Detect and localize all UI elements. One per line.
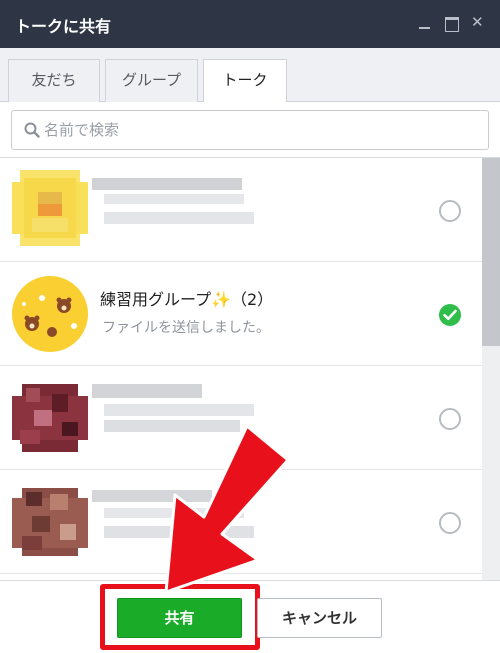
chat-last-message: ファイルを送信しました。 [102,320,270,336]
chat-row[interactable] [0,158,482,262]
search-area [0,102,500,158]
maximize-icon[interactable] [444,16,459,32]
select-radio[interactable] [439,408,461,430]
tab-groups[interactable]: グループ [105,59,198,102]
tab-bar: 友だち グループ トーク [0,48,500,103]
pixelated-name [92,178,242,190]
chat-list: 練習用グループ✨（2） ファイルを送信しました。 [0,158,482,580]
selected-check-icon[interactable] [439,304,461,326]
tab-talk[interactable]: トーク [203,59,287,103]
minimize-icon[interactable] [418,16,432,30]
search-icon [24,122,40,138]
pixelated-name [104,194,244,204]
avatar [12,380,88,456]
scrollbar-thumb[interactable] [482,158,500,346]
chat-row[interactable] [0,470,482,574]
pixelated-name [104,508,244,518]
window-title: トークに共有 [15,17,112,36]
avatar [12,484,88,560]
share-button[interactable]: 共有 [117,598,242,638]
avatar [12,276,88,352]
chat-row[interactable] [0,366,482,470]
search-box[interactable] [11,110,489,150]
close-icon[interactable]: ✕ [471,14,485,30]
select-radio[interactable] [439,200,461,222]
chat-row-selected[interactable]: 練習用グループ✨（2） ファイルを送信しました。 [0,262,482,366]
pixelated-name [104,404,254,416]
pixelated-subtitle [104,420,240,432]
pixelated-name [92,384,202,398]
pixelated-subtitle [104,212,254,224]
search-input[interactable] [44,119,474,141]
select-radio[interactable] [439,512,461,534]
tab-friends[interactable]: 友だち [8,59,100,102]
avatar [12,170,88,246]
pixelated-name [92,490,212,502]
cancel-button[interactable]: キャンセル [257,598,382,638]
chat-name: 練習用グループ✨（2） [100,290,274,309]
title-bar: トークに共有 ✕ [0,0,500,48]
pixelated-subtitle [104,526,254,538]
